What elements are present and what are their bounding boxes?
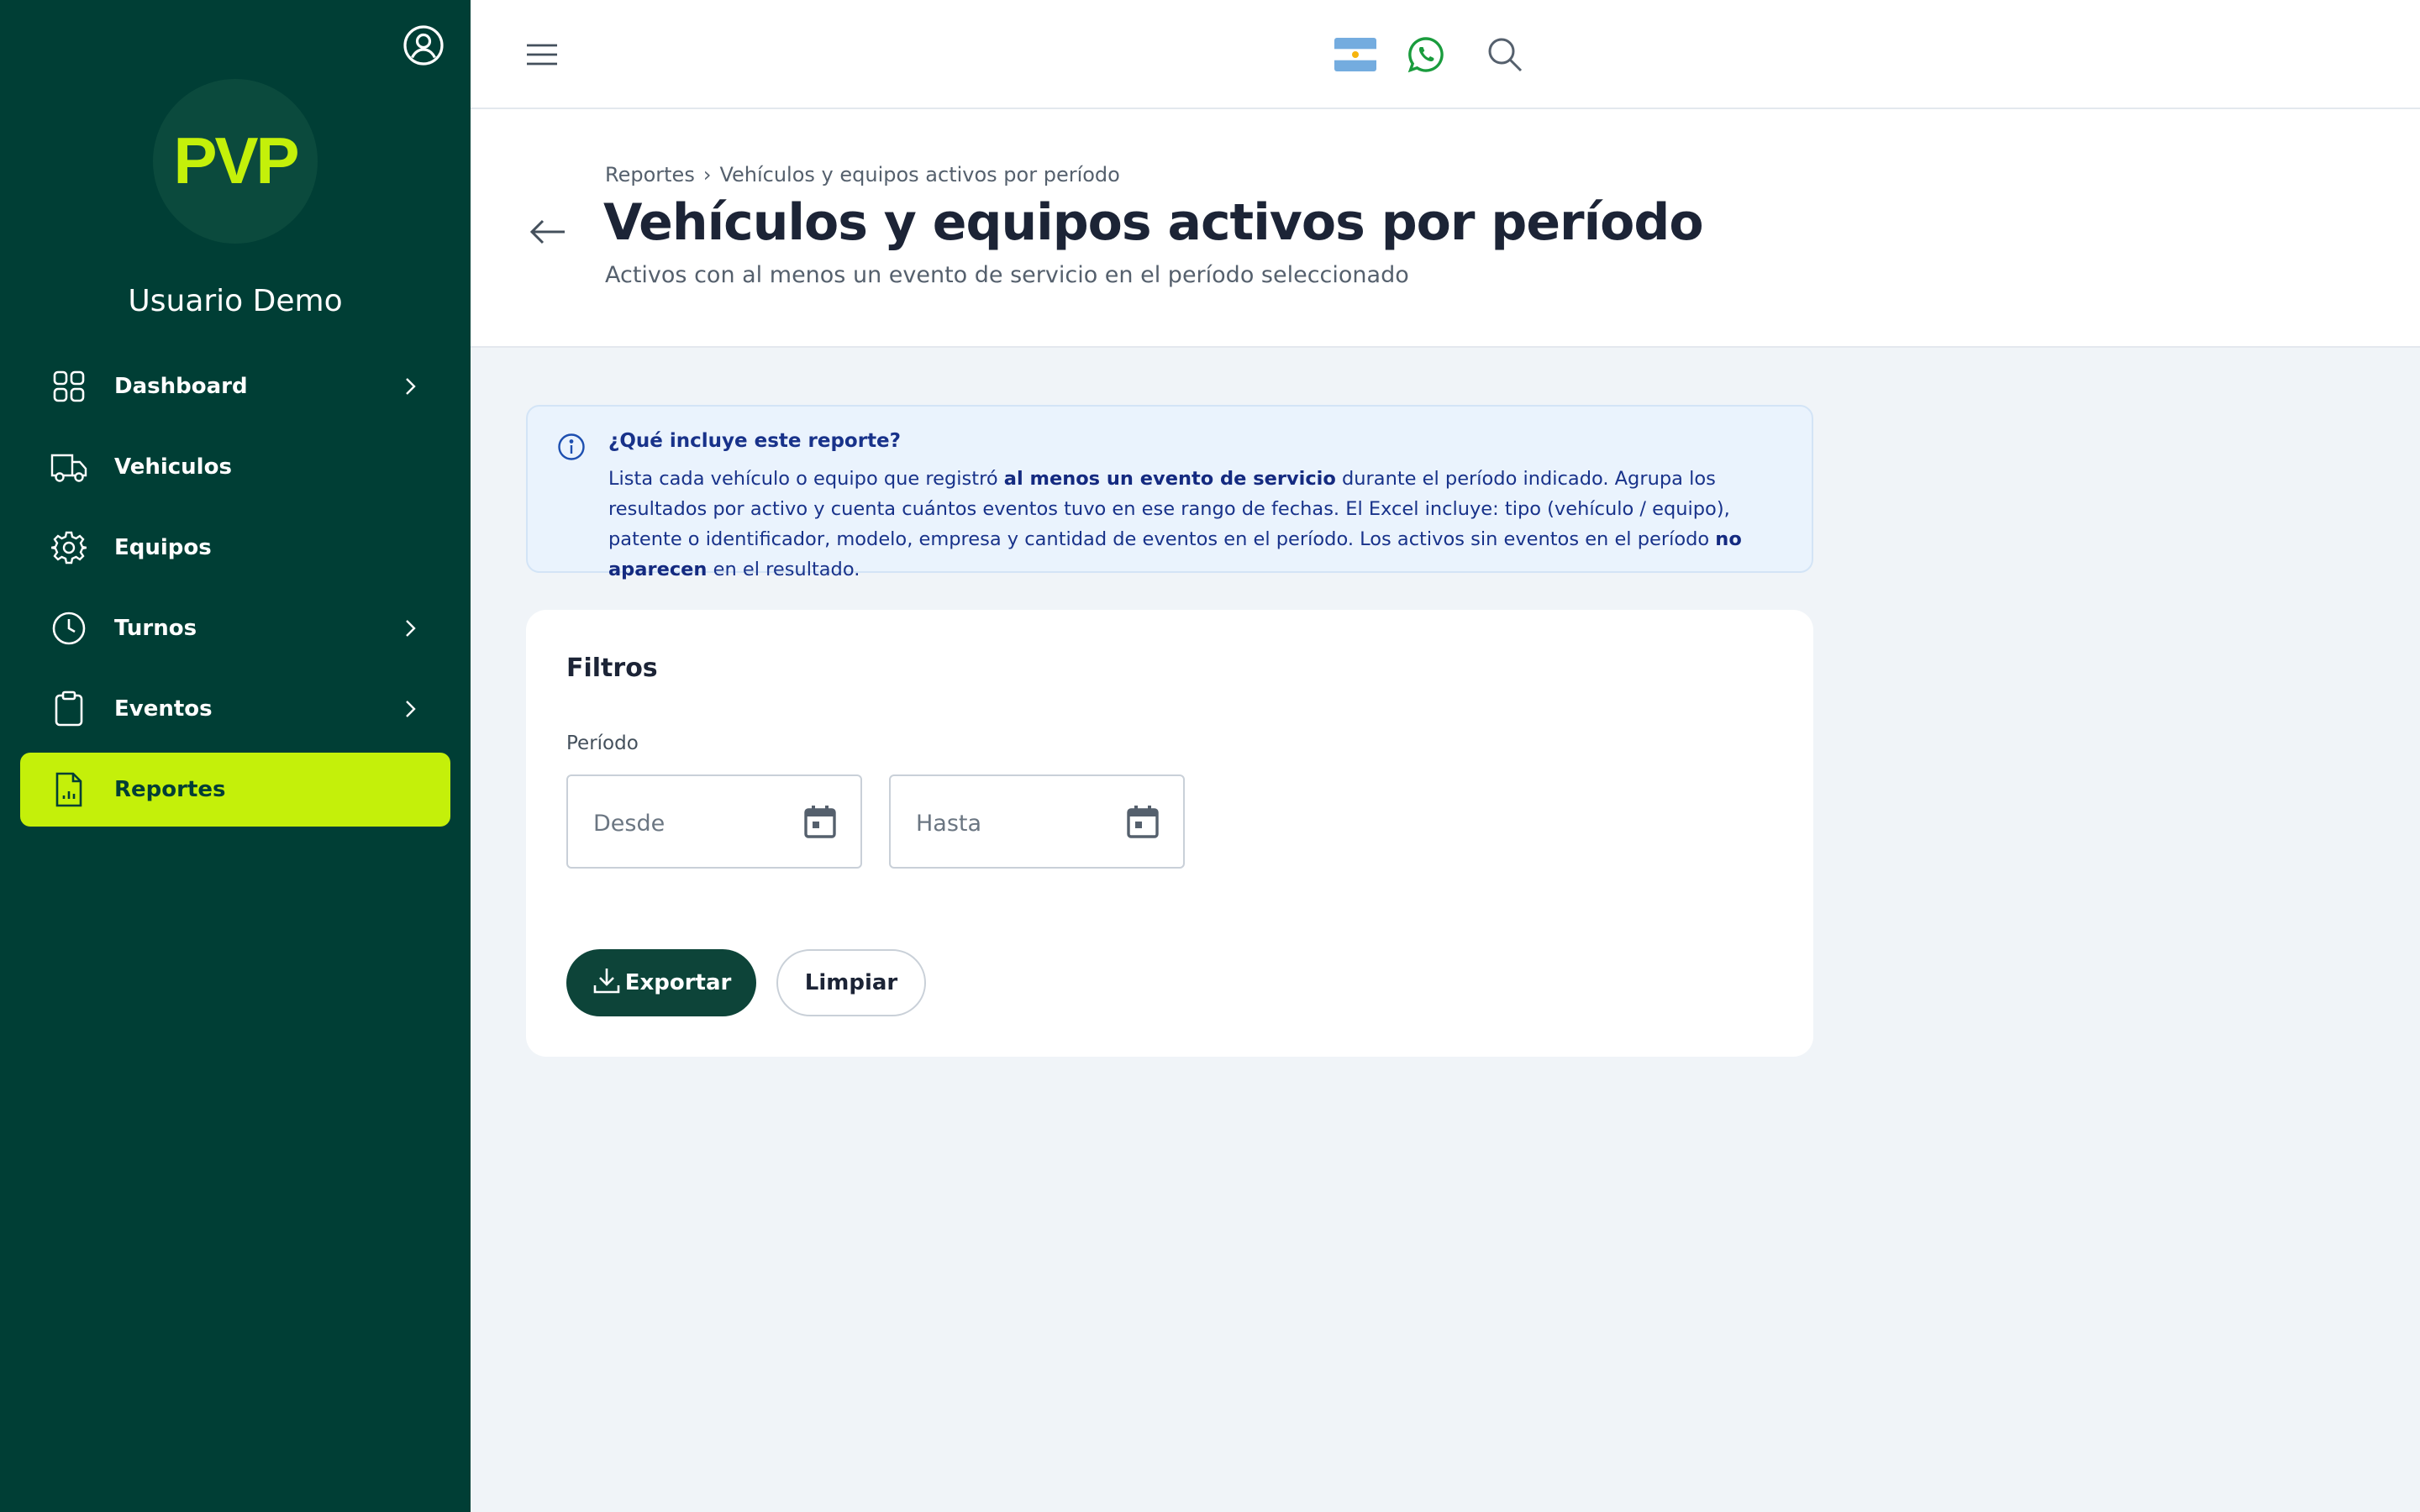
breadcrumb-link-reportes[interactable]: Reportes [605,163,695,186]
gear-icon [44,530,94,565]
whatsapp-icon[interactable] [1403,32,1449,77]
sidebar-item-label: Vehiculos [114,454,232,480]
sidebar-nav: Dashboard Vehiculos Equipos Turnos Event… [20,349,450,833]
export-button-label: Exportar [624,970,732,995]
grid-icon [44,370,94,403]
page-header: Reportes › Vehículos y equipos activos p… [471,109,2420,348]
sidebar-item-reportes[interactable]: Reportes [20,753,450,827]
sidebar-item-label: Eventos [114,696,213,722]
date-from-input[interactable] [593,803,786,843]
breadcrumb-current: Vehículos y equipos activos por período [719,163,1120,186]
breadcrumb-separator: › [702,163,712,186]
sidebar-item-vehiculos[interactable]: Vehiculos [20,430,450,504]
top-bar [471,0,2420,109]
truck-icon [44,450,94,484]
report-icon [44,771,94,808]
pvp-logo-icon: PVP [173,128,299,195]
sidebar-item-equipos[interactable]: Equipos [20,511,450,585]
clipboard-icon [44,690,94,727]
sidebar-item-label: Turnos [114,616,197,641]
download-icon [592,965,622,1001]
date-to-input[interactable] [916,803,1109,843]
search-icon[interactable] [1482,32,1528,77]
date-from-field[interactable] [566,774,862,869]
report-info-box: ¿Qué incluye este reporte? Lista cada ve… [526,405,1813,580]
info-description: Lista cada vehículo o equipo que registr… [608,464,1785,585]
date-to-field[interactable] [889,774,1185,869]
chevron-right-icon [393,376,427,396]
breadcrumb: Reportes › Vehículos y equipos activos p… [605,163,1120,186]
user-name: Usuario Demo [128,284,343,318]
chevron-right-icon [393,699,427,719]
info-icon [556,432,587,462]
info-text-3: en el resultado. [707,559,860,580]
sidebar: PVP Usuario Demo Dashboard Vehiculos Equ… [0,0,471,1512]
chevron-right-icon [393,618,427,638]
sidebar-item-turnos[interactable]: Turnos [20,591,450,665]
page-subtitle: Activos con al menos un evento de servic… [605,262,1409,288]
user-profile-icon[interactable] [398,20,449,71]
argentina-flag-icon[interactable] [1333,35,1378,74]
calendar-icon[interactable] [1124,803,1161,840]
sidebar-item-label: Equipos [114,535,212,560]
info-title: ¿Qué incluye este reporte? [608,430,901,452]
back-arrow-icon[interactable] [521,205,575,259]
info-bold-1: al menos un evento de servicio [1003,468,1336,490]
period-label: Período [566,732,639,754]
clock-icon [44,611,94,646]
export-button[interactable]: Exportar [566,949,756,1016]
filters-title: Filtros [566,654,658,683]
page-title: Vehículos y equipos activos por período [603,193,1704,252]
sidebar-item-label: Reportes [114,777,226,802]
sidebar-item-label: Dashboard [114,374,248,399]
svg-text:PVP: PVP [173,128,297,195]
sidebar-item-eventos[interactable]: Eventos [20,672,450,746]
hamburger-icon[interactable] [521,34,563,76]
info-text-1: Lista cada vehículo o equipo que registr… [608,468,1004,490]
brand-logo: PVP [153,79,318,244]
calendar-icon[interactable] [802,803,839,840]
clear-button[interactable]: Limpiar [776,949,926,1016]
filters-card: Filtros Período Desde Hasta Exportar Lim… [526,610,1813,1057]
sidebar-item-dashboard[interactable]: Dashboard [20,349,450,423]
